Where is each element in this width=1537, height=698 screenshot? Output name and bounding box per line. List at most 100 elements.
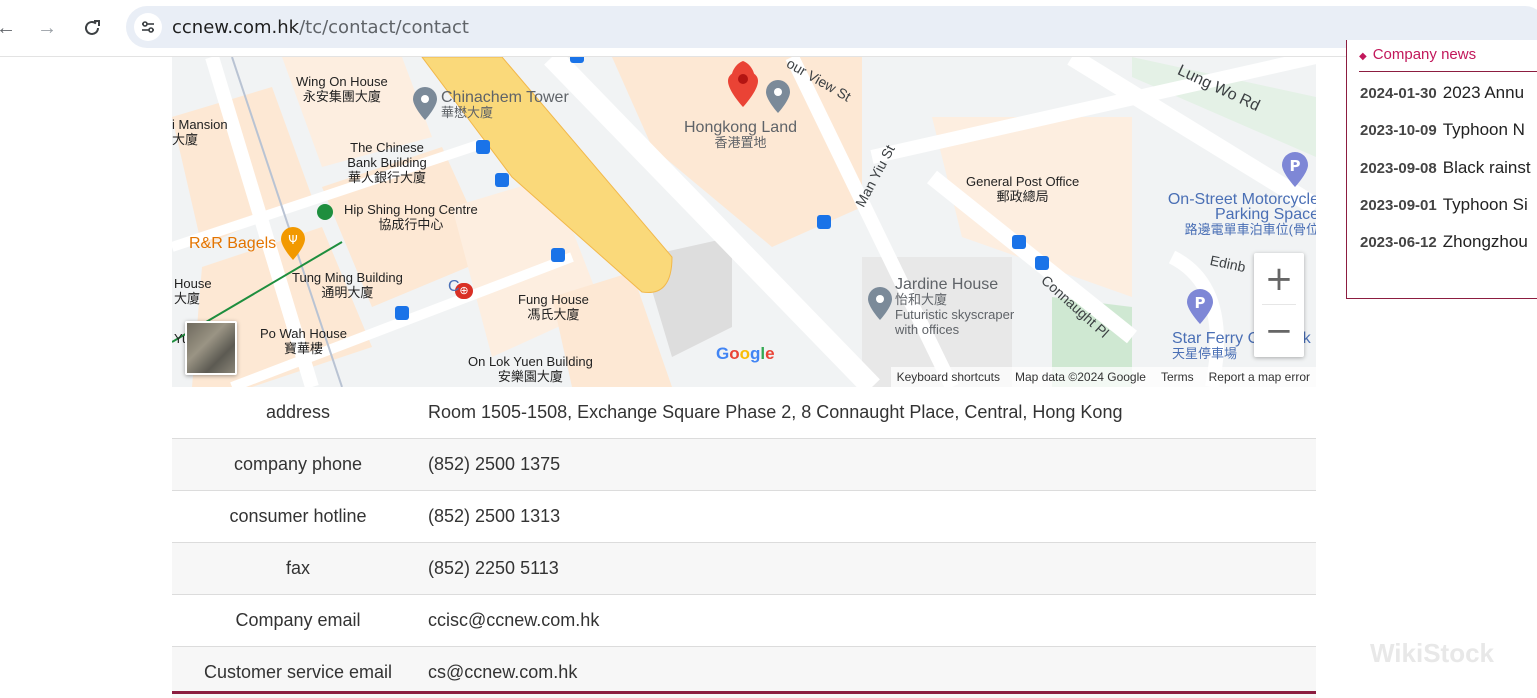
google-map[interactable]: Ψ P P ⊕ Wing On House 永安集團大廈 Chinachem To… (172, 57, 1316, 387)
map-label: General Post Office 郵政總局 (966, 174, 1079, 204)
row-value: Room 1505-1508, Exchange Square Phase 2,… (428, 402, 1123, 422)
browser-toolbar: ← → ccnew.com.hk/tc/contact/contact (0, 0, 1537, 57)
label-en: Tung Ming Building (292, 270, 403, 285)
label-en: House (174, 276, 212, 291)
map-label: R&R Bagels (189, 235, 277, 252)
label-en: Jardine House (895, 276, 999, 293)
terms-link[interactable]: Terms (1161, 370, 1194, 384)
news-heading-text: Company news (1372, 46, 1477, 63)
map-label: Jardine House 怡和大廈 Futuristic skyscraper w… (895, 276, 1035, 338)
map-marker-icon[interactable] (412, 87, 438, 121)
map-label: House 大廈 (174, 276, 212, 306)
map-attribution: Keyboard shortcuts Map data ©2024 Google… (890, 367, 1316, 387)
map-label: Hip Shing Hong Centre 協成行中心 (344, 202, 478, 232)
bus-stop-icon[interactable] (1035, 256, 1049, 270)
watermark: WikiStock (1370, 638, 1495, 668)
row-label: Company email (235, 610, 361, 630)
label-zh: 香港置地 (714, 135, 767, 150)
news-heading-divider (1359, 71, 1537, 72)
url-path: /tc/contact/contact (299, 17, 469, 38)
row-value: (852) 2250 5113 (428, 558, 559, 578)
label-zh: 郵政總局 (996, 189, 1049, 204)
forward-arrow-icon[interactable]: → (33, 14, 61, 42)
map-label: The Chinese Bank Building 華人銀行大廈 (344, 140, 430, 185)
news-item[interactable]: 2023-10-09 Typhoon N (1360, 120, 1525, 140)
report-error-link[interactable]: Report a map error (1209, 370, 1310, 384)
label-zh: 安樂園大廈 (497, 369, 563, 384)
zoom-out-button[interactable]: − (1254, 305, 1304, 356)
news-title[interactable]: 2023 Annu (1443, 83, 1524, 102)
news-item[interactable]: 2023-09-01 Typhoon Si (1360, 195, 1528, 215)
news-item[interactable]: 2023-09-08 Black rainst (1360, 158, 1531, 178)
map-label: i Mansion 大廈 (172, 117, 228, 147)
bus-stop-icon[interactable] (395, 306, 409, 320)
svg-text:Ψ: Ψ (288, 233, 297, 247)
row-value[interactable]: ccisc@ccnew.com.hk (424, 610, 599, 631)
news-date: 2024-01-30 (1360, 85, 1437, 102)
map-marker-icon[interactable] (867, 287, 893, 321)
label-zh: 通明大廈 (321, 285, 374, 300)
parking-icon[interactable]: P (1186, 289, 1214, 325)
news-date: 2023-09-08 (1360, 160, 1437, 177)
label-zh: 華懋大廈 (441, 105, 494, 120)
row-value[interactable]: cs@ccnew.com.hk (424, 662, 577, 683)
label-en: Hongkong Land (684, 119, 797, 136)
label-en: R&R Bagels (189, 235, 277, 252)
label-zh: 協成行中心 (378, 217, 444, 232)
back-arrow-icon[interactable]: ← (0, 14, 20, 42)
bus-stop-icon[interactable] (817, 215, 831, 229)
label-en: Chinachem Tower (441, 89, 569, 106)
row-label: company phone (233, 454, 363, 474)
bus-stop-icon[interactable] (551, 248, 565, 262)
bus-stop-icon[interactable] (495, 173, 509, 187)
map-label: On-Street Motorcycle Parking Space 路邊電單車泊… (1159, 192, 1316, 238)
url-text[interactable]: ccnew.com.hk/tc/contact/contact (172, 17, 469, 38)
news-heading: ◆ Company news (1359, 46, 1476, 63)
label-zh: 怡和大廈 (895, 292, 948, 307)
table-row: Company email ccisc@ccnew.com.hk (172, 595, 1316, 647)
label-en: Hip Shing Hong Centre (344, 202, 478, 217)
row-label: consumer hotline (229, 506, 367, 526)
site-info-icon[interactable] (134, 13, 162, 41)
label-zh: 大廈 (174, 291, 201, 306)
map-label: On Lok Yuen Building 安樂園大廈 (468, 354, 593, 384)
news-title[interactable]: Zhongzhou (1443, 232, 1528, 251)
row-label: Customer service email (203, 662, 393, 682)
bus-stop-icon[interactable] (476, 140, 490, 154)
svg-text:P: P (1290, 157, 1301, 175)
news-item[interactable]: 2023-06-12 Zhongzhou (1360, 232, 1528, 252)
svg-text:P: P (1195, 294, 1206, 312)
label-en: General Post Office (966, 174, 1080, 189)
label-desc: Futuristic skyscraper with offices (895, 307, 1015, 337)
table-row: consumer hotline (852) 2500 1313 (172, 491, 1316, 543)
row-label: fax (285, 558, 310, 578)
map-label: Hongkong Land 香港置地 (684, 119, 797, 151)
news-date: 2023-10-09 (1360, 122, 1437, 139)
news-date: 2023-06-12 (1360, 234, 1437, 251)
table-row: company phone (852) 2500 1375 (172, 439, 1316, 491)
google-logo[interactable]: Google (716, 344, 775, 364)
bus-stop-icon[interactable] (1012, 235, 1026, 249)
news-item[interactable]: 2024-01-30 2023 Annu (1360, 83, 1524, 103)
row-label: address (265, 402, 331, 422)
reload-icon[interactable] (78, 14, 106, 42)
label-zh: 永安集團大廈 (302, 89, 381, 104)
label-en: Fung House (518, 292, 589, 307)
news-title[interactable]: Black rainst (1443, 158, 1531, 177)
bank-icon[interactable] (317, 204, 333, 220)
diamond-icon: ◆ (1359, 51, 1367, 62)
restaurant-icon[interactable]: Ψ (280, 227, 306, 261)
map-marker-icon[interactable] (765, 80, 791, 114)
label-zh: 馮氏大廈 (527, 307, 580, 322)
map-label: Po Wah House 寶華樓 (260, 326, 347, 356)
parking-icon[interactable]: P (1281, 152, 1309, 188)
address-bar[interactable]: ccnew.com.hk/tc/contact/contact (126, 6, 1537, 48)
keyboard-shortcuts-link[interactable]: Keyboard shortcuts (897, 370, 1000, 384)
zoom-control: + − (1254, 253, 1304, 357)
satellite-toggle[interactable] (185, 321, 237, 375)
label-en: The Chinese Bank Building (347, 140, 427, 170)
news-title[interactable]: Typhoon Si (1443, 195, 1528, 214)
news-title[interactable]: Typhoon N (1443, 120, 1525, 139)
zoom-in-button[interactable]: + (1254, 253, 1304, 304)
bus-stop-icon[interactable] (570, 57, 584, 63)
